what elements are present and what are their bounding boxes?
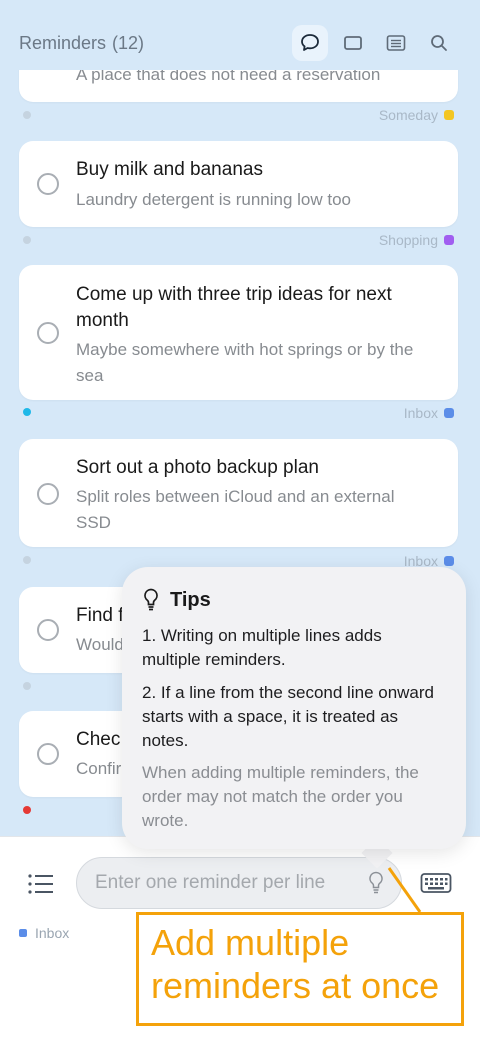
tips-popover: Tips 1. Writing on multiple lines adds m… (122, 567, 466, 849)
reminder-input[interactable] (95, 858, 365, 908)
status-dot (23, 236, 31, 244)
list-color-swatch (444, 235, 454, 245)
reminder-note: Laundry detergent is running low too (76, 190, 352, 209)
lightbulb-icon (369, 871, 383, 894)
reminder-card[interactable]: Buy milk and bananas Laundry detergent i… (19, 141, 458, 227)
complete-checkbox[interactable] (37, 743, 59, 765)
callout-box: Add multiple reminders at once (136, 912, 464, 1026)
search-button[interactable] (421, 25, 457, 61)
tips-header: Tips (142, 587, 211, 613)
list-color-swatch (444, 408, 454, 418)
status-dot (23, 806, 31, 814)
callout-text-line-1: Add multiple (151, 922, 350, 963)
list-tag: Shopping (379, 232, 454, 248)
callout-text-line-2: reminders at once (151, 965, 440, 1006)
reminder-note: Maybe somewhere with hot springs or by t… (76, 340, 414, 385)
complete-checkbox[interactable] (37, 322, 59, 344)
status-dot (23, 111, 31, 119)
target-list-label: Inbox (35, 925, 70, 941)
tips-line-3: When adding multiple reminders, the orde… (142, 763, 419, 830)
list-tag-label: Shopping (378, 232, 438, 248)
lightbulb-icon (144, 588, 158, 611)
search-icon (431, 35, 447, 51)
reminder-note: Split roles between iCloud and an extern… (76, 487, 395, 532)
list-view-button[interactable] (378, 25, 414, 61)
status-dot (23, 408, 31, 416)
list-view-icon (386, 35, 406, 51)
complete-checkbox[interactable] (37, 173, 59, 195)
reminder-card[interactable]: Come up with three trip ideas for next m… (19, 265, 458, 400)
reminder-card[interactable]: Sort out a photo backup plan Split roles… (19, 439, 458, 547)
callout-text: Add multiple reminders at once (151, 921, 439, 1007)
tips-title: Tips (170, 588, 211, 611)
tips-line-2: 2. If a line from the second line onward… (142, 683, 434, 750)
card-view-button[interactable] (335, 25, 371, 61)
reminder-count: (12) (112, 33, 145, 53)
keyboard-icon (420, 873, 452, 893)
lists-menu-button[interactable] (27, 873, 55, 895)
complete-checkbox[interactable] (37, 619, 59, 641)
status-dot (23, 556, 31, 564)
tips-button[interactable] (367, 870, 385, 901)
reminder-title: Come up with three trip ideas for next m… (76, 284, 392, 331)
card-view-icon (344, 36, 362, 50)
chat-bubble-icon (301, 34, 319, 51)
page-title: Reminders (12) (19, 33, 144, 54)
list-color-swatch (444, 110, 454, 120)
list-color-swatch (444, 556, 454, 566)
app-header: Reminders (12) (0, 0, 480, 70)
title-text: Reminders (19, 33, 107, 53)
list-tag-label: Someday (378, 107, 438, 123)
keyboard-button[interactable] (420, 872, 452, 899)
list-tag: Inbox (404, 405, 454, 421)
list-tag-label: Inbox (403, 405, 438, 421)
reminder-title: Buy milk and bananas (76, 159, 263, 180)
status-dot (23, 682, 31, 690)
target-list-indicator[interactable]: Inbox (19, 925, 69, 941)
chat-view-button[interactable] (292, 25, 328, 61)
reminder-title: Sort out a photo backup plan (76, 457, 319, 478)
complete-checkbox[interactable] (37, 483, 59, 505)
list-color-swatch (19, 929, 27, 937)
list-menu-icon (28, 874, 53, 894)
reminder-input-field[interactable] (76, 857, 402, 909)
list-tag: Someday (379, 107, 454, 123)
tips-line-1: 1. Writing on multiple lines adds multip… (142, 626, 382, 669)
